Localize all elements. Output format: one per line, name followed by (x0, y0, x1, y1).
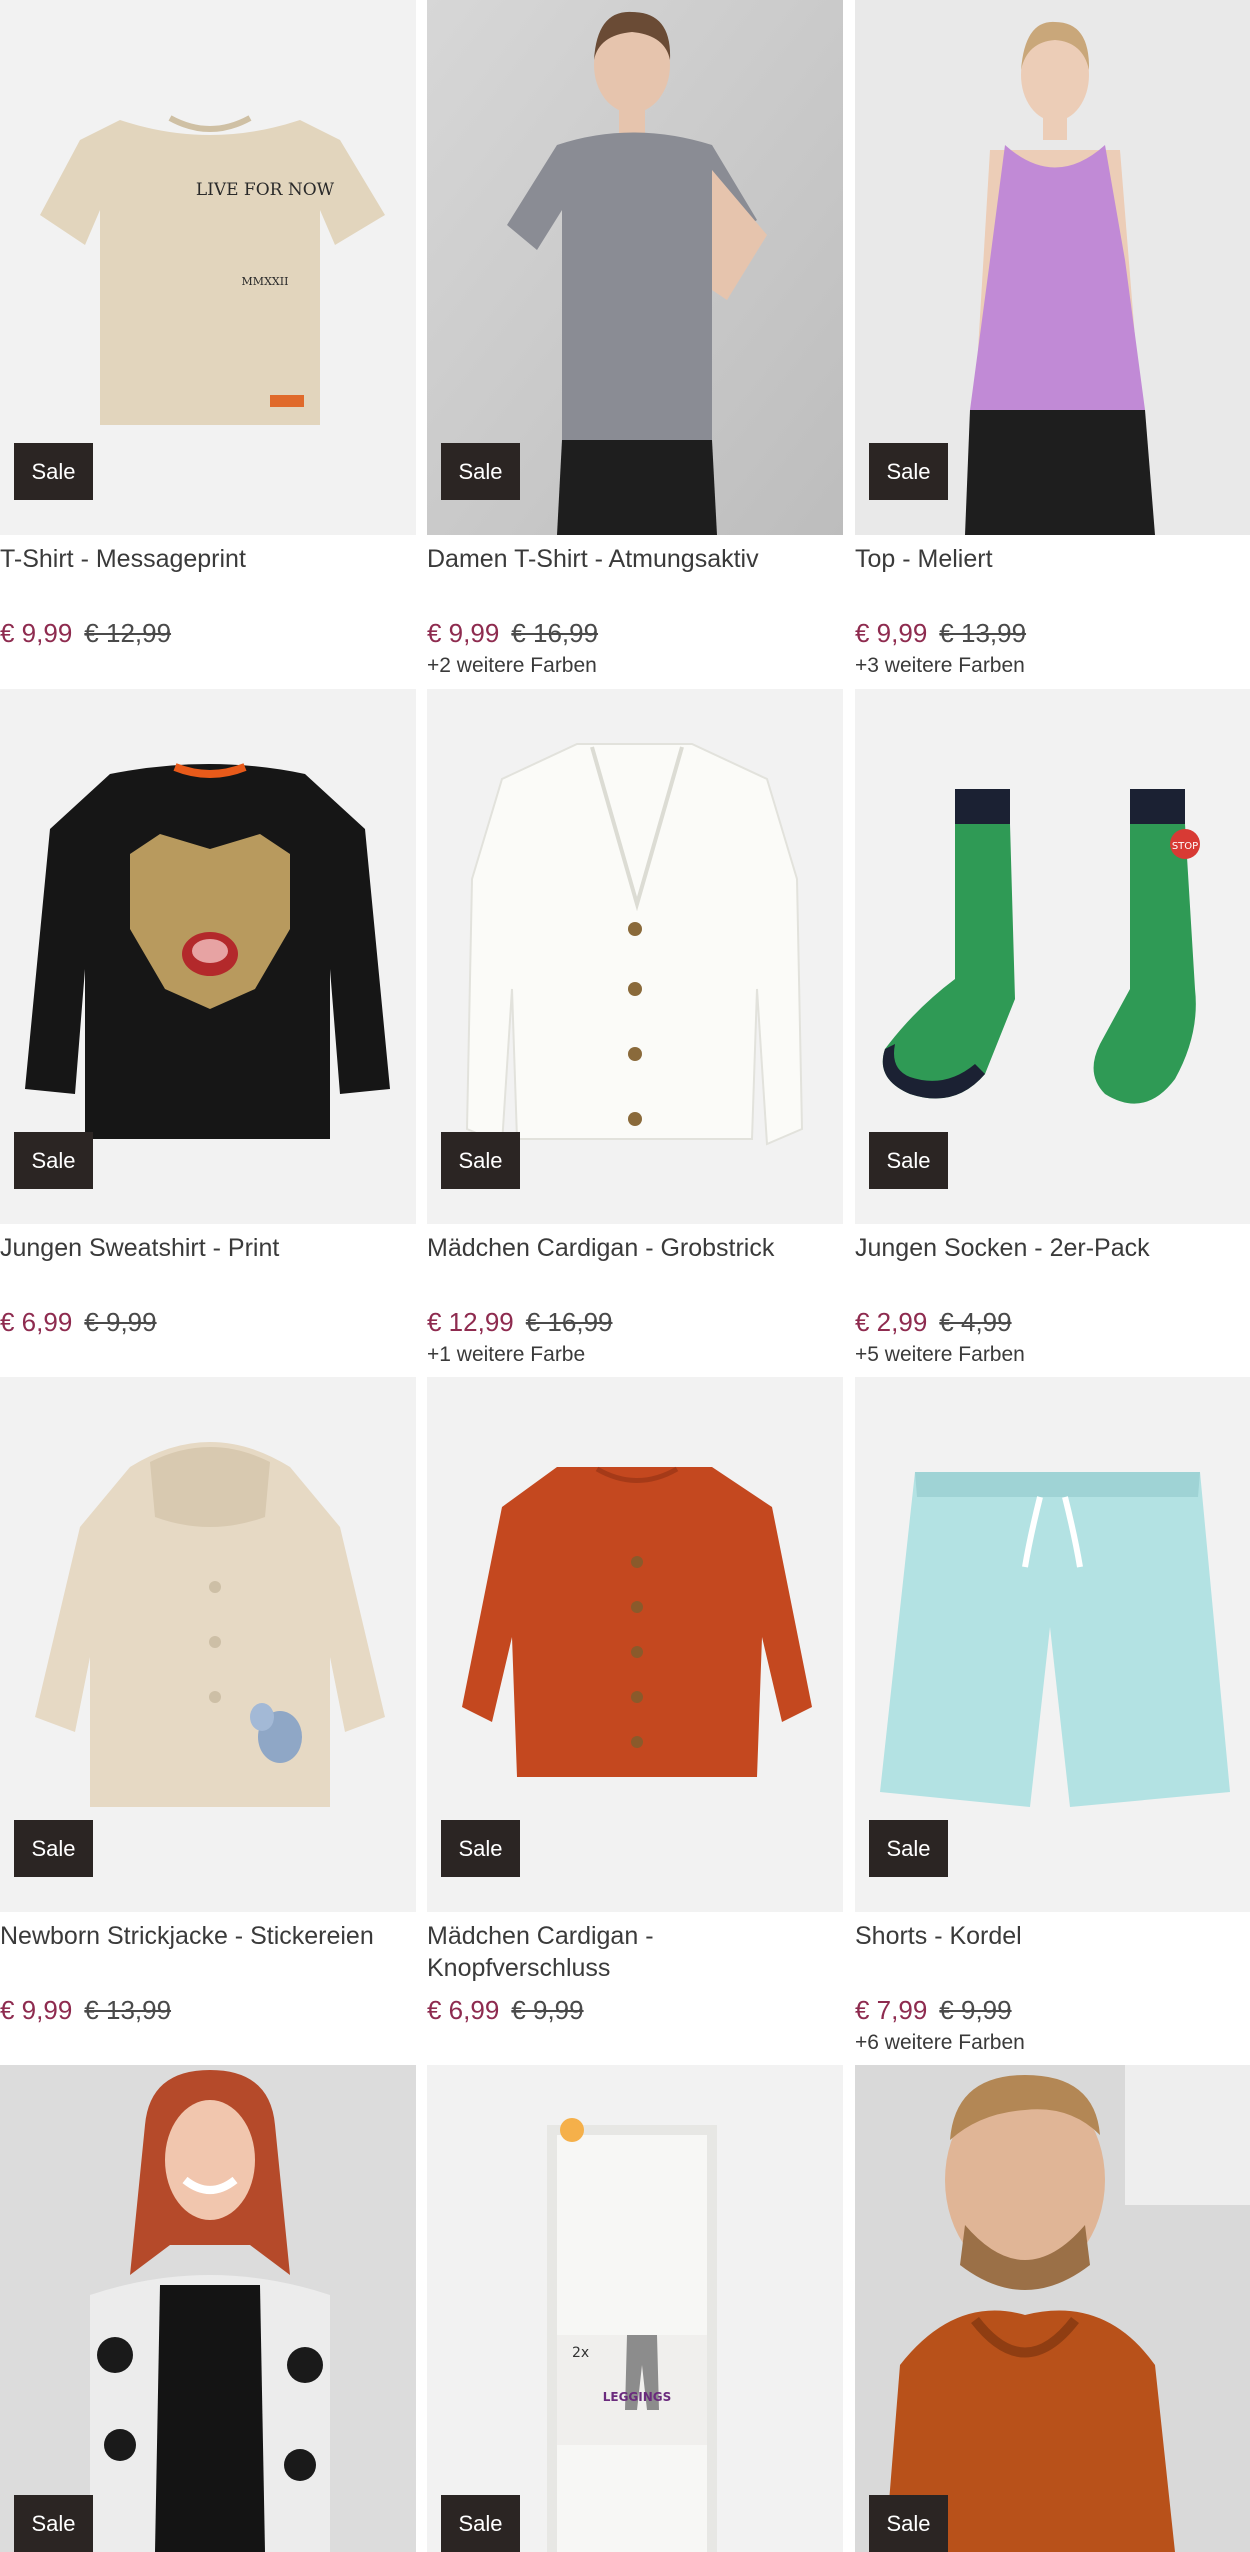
price-row: € 9,99 € 12,99 (0, 617, 416, 649)
sale-badge: Sale (441, 1820, 520, 1877)
product-image[interactable]: STOP Sale (855, 689, 1250, 1224)
price-row: € 12,99 € 16,99 (427, 1306, 843, 1338)
price-row: € 9,99 € 16,99 (427, 617, 843, 649)
more-colors[interactable] (427, 2030, 843, 2056)
product-card[interactable]: Sale (855, 2065, 1250, 2552)
old-price: € 9,99 (84, 1307, 157, 1337)
product-image[interactable]: Sale (427, 1377, 843, 1912)
sale-badge: Sale (441, 2495, 520, 2552)
sale-badge: Sale (441, 443, 520, 500)
product-card[interactable]: Sale Newborn Strickjacke - Stickereien €… (0, 1377, 416, 2056)
more-colors[interactable]: +3 weitere Farben (855, 653, 1250, 679)
product-card[interactable]: Sale Damen T-Shirt - Atmungsaktiv € 9,99… (427, 0, 843, 679)
product-title[interactable]: Mädchen Cardigan - Grobstrick (427, 1232, 843, 1296)
product-card[interactable]: Sale Shorts - Kordel € 7,99 € 9,99 +6 wei… (855, 1377, 1250, 2056)
more-colors[interactable] (0, 2030, 416, 2056)
product-card[interactable]: Sale Mädchen Cardigan - Grobstrick € 12,… (427, 689, 843, 1368)
sale-badge: Sale (14, 2495, 93, 2552)
old-price: € 16,99 (525, 1307, 613, 1337)
price-row: € 6,99 € 9,99 (427, 1994, 843, 2026)
print-text: LIVE FOR NOW (196, 180, 335, 200)
sale-price: € 9,99 (0, 618, 73, 648)
sale-price: € 2,99 (855, 1307, 928, 1337)
sale-badge: Sale (14, 1132, 93, 1189)
product-title[interactable]: Mädchen Cardigan - Knopfverschluss (427, 1920, 843, 1984)
product-card[interactable]: Sale Top - Meliert € 9,99 € 13,99 +3 weit… (855, 0, 1250, 679)
pack-label-text: LEGGINGS (603, 2390, 672, 2404)
product-card[interactable]: Sale Mädchen Cardigan - Knopfverschluss … (427, 1377, 843, 2056)
sale-badge: Sale (14, 443, 93, 500)
product-image[interactable]: LIVE FOR NOW MMXXII Sale (0, 0, 416, 535)
woman-cardigan-image (0, 2065, 416, 2552)
product-image[interactable]: Sale (0, 2065, 416, 2552)
price-row: € 2,99 € 4,99 (855, 1306, 1250, 1338)
sale-price: € 12,99 (427, 1307, 514, 1337)
product-image[interactable]: Sale (0, 1377, 416, 1912)
sale-price: € 9,99 (0, 1995, 73, 2025)
sale-price: € 7,99 (855, 1995, 928, 2025)
sale-badge: Sale (869, 1820, 948, 1877)
stop-sign-text: STOP (1172, 841, 1198, 852)
product-image[interactable]: Sale (427, 0, 843, 535)
sale-price: € 9,99 (427, 618, 500, 648)
old-price: € 4,99 (939, 1307, 1012, 1337)
product-card[interactable]: 2x LEGGINGS Sale (427, 2065, 843, 2552)
product-image[interactable]: Sale (855, 2065, 1250, 2552)
price-row: € 7,99 € 9,99 (855, 1994, 1250, 2026)
product-image[interactable]: Sale (427, 689, 843, 1224)
sale-price: € 9,99 (855, 618, 928, 648)
more-colors[interactable] (0, 653, 416, 679)
old-price: € 13,99 (84, 1995, 172, 2025)
more-colors[interactable]: +6 weitere Farben (855, 2030, 1250, 2056)
pack-count-text: 2x (572, 2345, 589, 2361)
old-price: € 9,99 (511, 1995, 584, 2025)
product-title[interactable]: Jungen Sweatshirt - Print (0, 1232, 416, 1296)
product-card[interactable]: LIVE FOR NOW MMXXII Sale T-Shirt - Messa… (0, 0, 416, 679)
sale-badge: Sale (869, 1132, 948, 1189)
product-card[interactable]: STOP Sale Jungen Socken - 2er-Pack € 2,9… (855, 689, 1250, 1368)
product-image[interactable]: 2x LEGGINGS Sale (427, 2065, 843, 2552)
price-row: € 9,99 € 13,99 (855, 617, 1250, 649)
sale-price: € 6,99 (0, 1307, 73, 1337)
more-colors[interactable]: +2 weitere Farben (427, 653, 843, 679)
sale-badge: Sale (14, 1820, 93, 1877)
product-title[interactable]: Damen T-Shirt - Atmungsaktiv (427, 543, 843, 607)
product-image[interactable]: Sale (855, 1377, 1250, 1912)
price-row: € 9,99 € 13,99 (0, 1994, 416, 2026)
sale-badge: Sale (441, 1132, 520, 1189)
svg-text:MMXXII: MMXXII (242, 275, 289, 288)
more-colors[interactable]: +1 weitere Farbe (427, 1342, 843, 1368)
product-card[interactable]: Sale (0, 2065, 416, 2552)
old-price: € 13,99 (939, 618, 1027, 648)
product-image[interactable]: Sale (855, 0, 1250, 535)
sale-badge: Sale (869, 443, 948, 500)
product-card[interactable]: Sale Jungen Sweatshirt - Print € 6,99 € 9… (0, 689, 416, 1368)
price-row: € 6,99 € 9,99 (0, 1306, 416, 1338)
man-hoodie-image (855, 2065, 1250, 2552)
leggings-pack-image: 2x LEGGINGS (427, 2065, 843, 2552)
old-price: € 12,99 (84, 618, 172, 648)
old-price: € 9,99 (939, 1995, 1012, 2025)
more-colors[interactable]: +5 weitere Farben (855, 1342, 1250, 1368)
sale-price: € 6,99 (427, 1995, 500, 2025)
product-title[interactable]: T-Shirt - Messageprint (0, 543, 416, 607)
sale-badge: Sale (869, 2495, 948, 2552)
old-price: € 16,99 (511, 618, 599, 648)
product-image[interactable]: Sale (0, 689, 416, 1224)
product-title[interactable]: Top - Meliert (855, 543, 1250, 607)
product-title[interactable]: Shorts - Kordel (855, 1920, 1250, 1984)
product-title[interactable]: Jungen Socken - 2er-Pack (855, 1232, 1250, 1296)
product-title[interactable]: Newborn Strickjacke - Stickereien (0, 1920, 416, 1984)
more-colors[interactable] (0, 1342, 416, 1368)
